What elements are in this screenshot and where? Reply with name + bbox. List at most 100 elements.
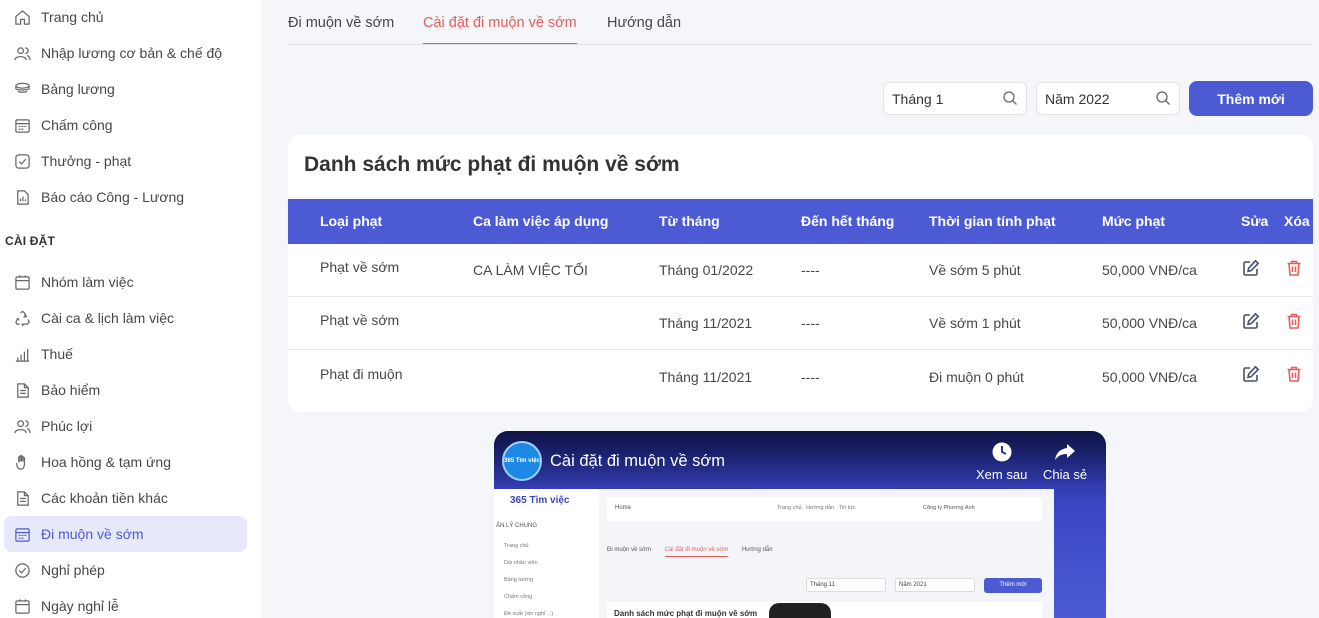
th-penalty-time: Thời gian tính phạt [929,213,1056,229]
sidebar-item-commission[interactable]: Hoa hồng & tạm ứng [4,444,247,480]
report-icon [13,188,31,206]
cell-to-month: ---- [801,262,820,278]
sidebar-item-tax[interactable]: Thuế [4,336,247,372]
sidebar-item-label: Trang chủ [41,9,104,25]
check-square-icon [13,152,31,170]
bar-chart-icon [13,345,31,363]
sidebar-item-label: Bảo hiểm [41,382,101,398]
sidebar-item-timekeeping[interactable]: Chấm công [4,107,247,143]
sidebar-item-label: Bảng lương [41,81,115,97]
sidebar-item-payroll[interactable]: Bảng lương [4,71,247,107]
sidebar-item-label: Chấm công [41,117,113,133]
year-value: Năm 2022 [1045,90,1110,107]
share-button[interactable]: Chia sẻ [1043,441,1087,482]
sidebar-item-leave[interactable]: Nghỉ phép [4,552,247,588]
tab-guide[interactable]: Hướng dẫn [607,15,681,43]
sidebar-item-label: Cài ca & lịch làm việc [41,310,175,326]
sidebar-item-welfare[interactable]: Phúc lợi [4,408,247,444]
search-icon [1003,91,1017,105]
cell-penalty-time: Về sớm 1 phút [929,315,1021,331]
channel-logo[interactable]: 365 Tìm việc [502,441,542,481]
thumbnail-tab-active: Cài đặt đi muộn về sớm [664,547,729,557]
sidebar-item-label: Nghỉ phép [41,562,105,578]
hand-icon [13,453,31,471]
sidebar-item-label: Các khoản tiền khác [41,490,168,506]
users-icon [13,44,31,62]
cell-penalty-amount: 50,000 VNĐ/ca [1102,262,1197,278]
cell-shift: CA LÀM VIỆC TỐI [473,262,588,278]
tab-bar: Đi muộn về sớm Cài đặt đi muộn về sớm Hư… [288,0,1313,45]
edit-icon[interactable] [1242,259,1260,277]
sidebar-item-label: Báo cáo Công - Lương [41,189,185,205]
watch-later-button[interactable]: Xem sau [976,441,1027,482]
penalty-list-card: Danh sách mức phạt đi muộn về sớm [288,135,1313,197]
cell-penalty-type: Phạt về sớm [320,312,400,328]
play-button[interactable] [769,603,831,618]
table-row: Phạt về sớm CA LÀM VIỆC TỐI Tháng 01/202… [288,244,1313,297]
calendar-grid-icon [13,116,31,134]
penalty-table: Loại phạt Ca làm việc áp dụng Từ tháng Đ… [288,199,1313,412]
coins-icon [13,80,31,98]
watch-later-label: Xem sau [976,467,1028,482]
table-header: Loại phạt Ca làm việc áp dụng Từ tháng Đ… [288,199,1313,244]
thumbnail-month: Tháng 11 [806,578,886,592]
edit-icon[interactable] [1242,365,1260,383]
th-edit: Sửa [1241,213,1269,229]
check-circle-icon [13,561,31,579]
thumbnail-year: Năm 2021 [895,578,975,592]
thumbnail-nav-item: Bảng lương [504,577,534,583]
sidebar-item-label: Đi muộn về sớm [41,526,144,542]
thumbnail-tab: Đi muộn về sớm [607,547,651,553]
sidebar-item-workgroup[interactable]: Nhóm làm việc [4,264,247,300]
sidebar-item-label: Thuế [41,346,73,362]
th-from-month: Từ tháng [659,213,720,229]
delete-icon[interactable] [1285,259,1303,277]
cell-from-month: Tháng 01/2022 [659,262,754,278]
sidebar-item-label: Thưởng - phạt [41,153,132,169]
cell-to-month: ---- [801,315,820,331]
cell-penalty-type: Phạt đi muộn [320,366,403,382]
tutorial-video[interactable]: 365 Tìm việc ẢN LÝ CHUNG Trang chủ D/s n… [494,431,1106,618]
sidebar-item-report[interactable]: Báo cáo Công - Lương [4,179,247,215]
thumbnail-nav-item: Trang chủ [504,543,529,549]
sidebar-item-home[interactable]: Trang chủ [4,0,247,35]
sidebar-item-other-payments[interactable]: Các khoản tiền khác [4,480,247,516]
cell-from-month: Tháng 11/2021 [659,315,753,331]
sidebar-item-salary-input[interactable]: Nhập lương cơ bản & chế độ [4,35,247,71]
cell-penalty-amount: 50,000 VNĐ/ca [1102,369,1197,385]
document-icon [13,381,31,399]
thumbnail-topbar: Home Trang chủ Hướng dẫn Tin tức Công ty… [607,497,1042,521]
tab-late-early[interactable]: Đi muộn về sớm [288,15,394,43]
delete-icon[interactable] [1285,365,1303,383]
thumbnail-home: Home [615,505,632,511]
sidebar-item-late-early[interactable]: Đi muộn về sớm [4,516,247,552]
cell-penalty-time: Đi muộn 0 phút [929,369,1024,385]
calendar-grid-icon [13,525,31,543]
sidebar-item-insurance[interactable]: Bảo hiểm [4,372,247,408]
main-content: Đi muộn về sớm Cài đặt đi muộn về sớm Hư… [261,0,1319,618]
video-title[interactable]: Cài đặt đi muộn về sớm [550,452,725,471]
month-value: Tháng 1 [892,90,944,107]
card-title: Danh sách mức phạt đi muộn về sớm [304,153,680,176]
table-row: Phạt về sớm Tháng 11/2021 ---- Về sớm 1 … [288,297,1313,350]
cell-from-month: Tháng 11/2021 [659,369,753,385]
document-icon [13,489,31,507]
th-shift: Ca làm việc áp dụng [473,213,609,229]
sidebar-item-reward-penalty[interactable]: Thưởng - phạt [4,143,247,179]
add-new-button[interactable]: Thêm mới [1189,81,1313,116]
thumbnail-section: ẢN LÝ CHUNG [496,523,538,529]
thumbnail-company: Công ty Phương Anh [923,505,975,511]
cell-to-month: ---- [801,369,820,385]
thumbnail-nav-item: D/s nhân viên [504,560,538,566]
sidebar-item-label: Phúc lợi [41,418,93,434]
thumbnail-links: Trang chủ Hướng dẫn Tin tức [777,505,856,511]
calendar-icon [13,273,31,291]
delete-icon[interactable] [1285,312,1303,330]
tab-late-early-settings[interactable]: Cài đặt đi muộn về sớm [423,15,577,44]
month-select[interactable]: Tháng 1 [883,82,1027,115]
edit-icon[interactable] [1242,312,1260,330]
year-select[interactable]: Năm 2022 [1036,82,1180,115]
sidebar-item-shift-schedule[interactable]: Cài ca & lịch làm việc [4,300,247,336]
sidebar-item-holidays[interactable]: Ngày nghỉ lễ [4,588,247,618]
sidebar-item-label: Nhóm làm việc [41,274,134,290]
